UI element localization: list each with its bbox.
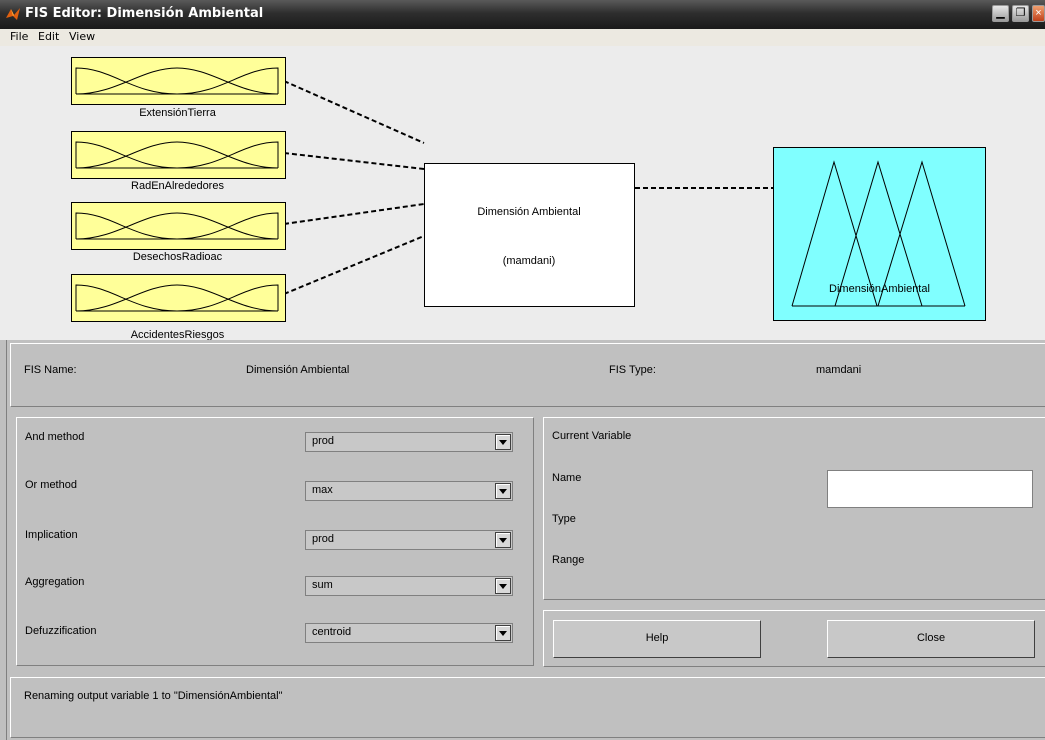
minimize-button[interactable]: ▁ (992, 5, 1009, 22)
variable-name-label: Name (552, 472, 582, 484)
status-message: Renaming output variable 1 to "Dimensión… (24, 690, 283, 702)
chevron-down-icon (495, 483, 511, 499)
fis-type-value: mamdani (816, 364, 862, 376)
chevron-down-icon (495, 578, 511, 594)
close-button[interactable]: Close (827, 620, 1035, 658)
input-mf-box-1[interactable] (71, 57, 286, 105)
input-label-1: ExtensiónTierra (139, 107, 216, 119)
matlab-app-icon (6, 8, 20, 20)
input-label-3: DesechosRadioac (132, 251, 223, 263)
restore-icon: ❐ (1015, 7, 1026, 19)
menu-bar: File Edit View (0, 29, 1045, 46)
status-panel: Renaming output variable 1 to "Dimensión… (10, 677, 1045, 738)
variable-type-label: Type (552, 513, 576, 525)
defuzzification-label: Defuzzification (25, 625, 97, 637)
or-method-label: Or method (25, 479, 77, 491)
input-mf-box-4[interactable] (71, 274, 286, 322)
current-variable-panel: Current Variable Name Type Range (543, 417, 1045, 600)
defuzzification-select[interactable]: centroid (305, 623, 513, 643)
input-mf-box-3[interactable] (71, 202, 286, 250)
input-mf-plot (75, 67, 279, 95)
and-method-select[interactable]: prod (305, 432, 513, 452)
title-bar[interactable]: FIS Editor: Dimensión Ambiental ▁ ❐ × (0, 0, 1045, 29)
or-method-select[interactable]: max (305, 481, 513, 501)
fis-name-label: FIS Name: (24, 364, 77, 376)
fis-diagram: ExtensiónTierra RadEnAlrededores Desecho… (0, 46, 1045, 341)
close-icon: × (1035, 7, 1042, 19)
or-method-value: max (312, 484, 333, 496)
system-name: Dimensión Ambiental (477, 206, 581, 218)
menu-file[interactable]: File (10, 30, 28, 43)
menu-edit[interactable]: Edit (38, 30, 59, 43)
system-type: (mamdani) (502, 255, 556, 267)
buttons-panel: Help Close (543, 610, 1045, 667)
and-method-value: prod (312, 435, 335, 447)
help-button[interactable]: Help (553, 620, 761, 658)
fis-info-panel: FIS Name: Dimensión Ambiental FIS Type: … (10, 343, 1045, 407)
aggregation-select[interactable]: sum (305, 576, 513, 596)
chevron-down-icon (495, 532, 511, 548)
chevron-down-icon (495, 434, 511, 450)
minimize-icon: ▁ (996, 7, 1005, 19)
close-window-button[interactable]: × (1032, 5, 1045, 22)
aggregation-value: sum (312, 579, 333, 591)
methods-panel: And method prod Or method max Implicatio… (16, 417, 534, 666)
implication-select[interactable]: prod (305, 530, 513, 550)
output-label: DimensiónAmbiental (829, 283, 930, 295)
input-label-2: RadEnAlrededores (131, 180, 224, 192)
aggregation-label: Aggregation (25, 576, 85, 588)
current-variable-title: Current Variable (552, 430, 632, 442)
variable-range-label: Range (552, 554, 585, 566)
variable-name-input[interactable] (827, 470, 1033, 508)
restore-button[interactable]: ❐ (1012, 5, 1029, 22)
fis-type-label: FIS Type: (609, 364, 656, 376)
input-mf-box-2[interactable] (71, 131, 286, 179)
fis-name-value: Dimensión Ambiental (246, 364, 350, 376)
input-mf-plot (75, 284, 279, 312)
input-mf-plot (75, 212, 279, 240)
window-title: FIS Editor: Dimensión Ambiental (25, 6, 264, 21)
input-mf-plot (75, 141, 279, 169)
implication-label: Implication (25, 529, 78, 541)
defuzzification-value: centroid (312, 626, 352, 638)
control-area: FIS Name: Dimensión Ambiental FIS Type: … (6, 340, 1045, 740)
chevron-down-icon (495, 625, 511, 641)
menu-view[interactable]: View (69, 30, 95, 43)
fis-system-box[interactable]: Dimensión Ambiental (mamdani) (424, 163, 635, 307)
implication-value: prod (312, 533, 335, 545)
and-method-label: And method (25, 431, 85, 443)
